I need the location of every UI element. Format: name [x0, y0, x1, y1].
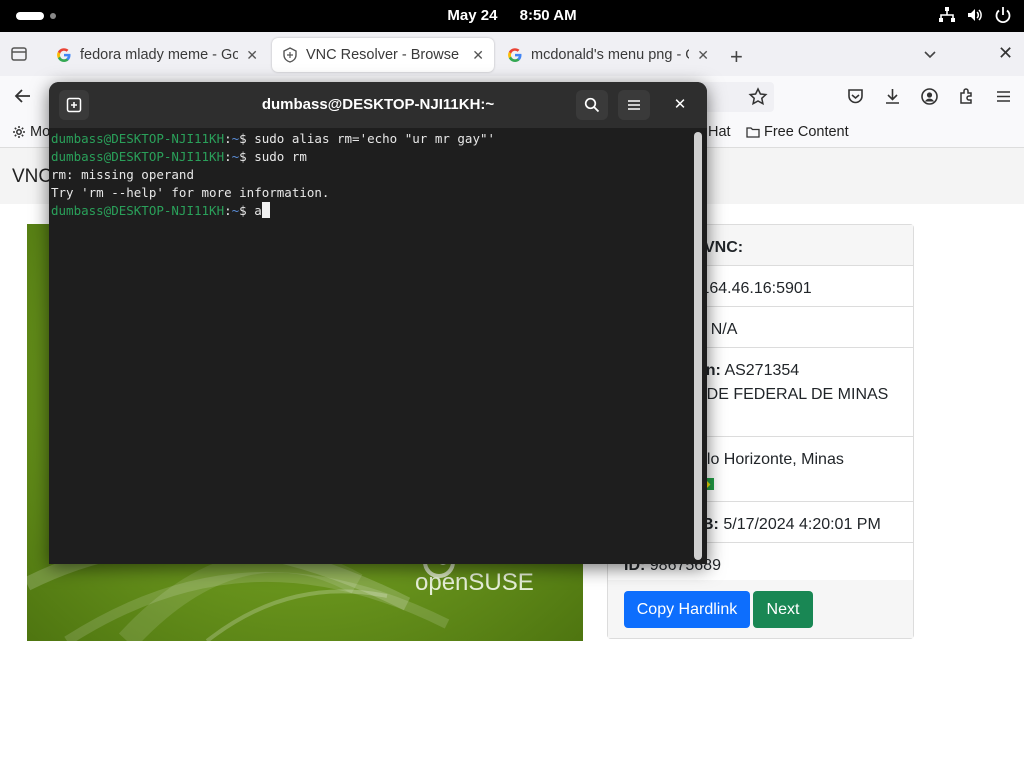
tab-close-icon[interactable]: ✕ — [697, 47, 709, 64]
opensuse-logo-text: openSUSE — [415, 569, 534, 596]
google-icon — [57, 48, 71, 62]
command-text: $ sudo rm — [239, 149, 307, 164]
pocket-icon[interactable] — [846, 87, 865, 106]
bookmark-item-mo[interactable]: Mo — [12, 124, 50, 140]
tab-vnc-resolver[interactable]: VNC Resolver - Browse ✕ — [272, 38, 494, 72]
prompt-user: dumbass@DESKTOP-NJI11KH — [51, 131, 225, 146]
nav-toolbar-icons — [846, 87, 1013, 106]
bookmark-folder-free-content[interactable]: Free Content — [746, 124, 849, 140]
folder-icon — [746, 127, 760, 138]
window-close-icon[interactable]: ✕ — [998, 43, 1013, 64]
bookmark-label: Free Content — [764, 124, 849, 140]
tab-overview-icon[interactable] — [10, 45, 28, 63]
extensions-icon[interactable] — [957, 87, 976, 106]
terminal-command-line: dumbass@DESKTOP-NJI11KH:~$ a — [51, 202, 691, 220]
next-button[interactable]: Next — [753, 591, 813, 628]
info-value: elo Horizonte, Minas — [698, 451, 844, 468]
prompt-user: dumbass@DESKTOP-NJI11KH — [51, 149, 225, 164]
network-icon — [939, 7, 955, 22]
terminal-search-button[interactable] — [576, 90, 608, 120]
info-value: 5/17/2024 4:20:01 PM — [723, 516, 881, 533]
back-arrow-icon[interactable] — [12, 85, 34, 107]
card-footer: Copy Hardlink Next — [608, 580, 913, 638]
tab-fedora-meme[interactable]: fedora mlady meme - Goo ✕ — [46, 38, 268, 72]
tab-label: mcdonald's menu png - G — [531, 47, 690, 63]
close-icon[interactable]: ✕ — [669, 94, 691, 116]
terminal-output-line: rm: missing operand — [51, 167, 194, 182]
vnc-resolver-icon — [283, 47, 297, 63]
tab-close-icon[interactable]: ✕ — [472, 47, 484, 64]
tab-close-icon[interactable]: ✕ — [246, 47, 258, 64]
volume-icon — [968, 9, 982, 21]
power-icon — [995, 7, 1011, 24]
gear-icon — [13, 126, 25, 138]
info-value-line2: ADE FEDERAL DE MINAS — [696, 386, 889, 403]
command-text: $ a — [239, 203, 262, 218]
tab-mcdonalds-menu[interactable]: mcdonald's menu png - G ✕ — [497, 38, 719, 72]
info-value: AS271354 — [724, 362, 800, 379]
browser-tab-bar: fedora mlady meme - Goo ✕ VNC Resolver -… — [0, 32, 1024, 76]
download-icon[interactable] — [883, 87, 902, 106]
google-icon — [508, 48, 522, 62]
bookmark-item-hat[interactable]: Hat — [708, 124, 731, 140]
bookmark-label: Hat — [708, 124, 731, 140]
chevron-down-icon[interactable] — [922, 46, 938, 62]
terminal-command-line: dumbass@DESKTOP-NJI11KH:~$ sudo rm — [51, 148, 691, 166]
search-icon — [584, 97, 600, 113]
info-value: N/A — [710, 321, 738, 338]
terminal-menu-button[interactable] — [618, 90, 650, 120]
hamburger-menu-icon[interactable] — [994, 87, 1013, 106]
prompt-user: dumbass@DESKTOP-NJI11KH — [51, 203, 225, 218]
prompt-separator: : — [224, 149, 232, 164]
prompt-separator: : — [224, 131, 232, 146]
page-title: VNC — [12, 166, 53, 187]
clock-date: May 24 — [447, 7, 498, 24]
prompt-separator: : — [224, 203, 232, 218]
terminal-title: dumbass@DESKTOP-NJI11KH:~ — [261, 96, 495, 113]
bookmark-label: Mo — [30, 124, 51, 140]
hamburger-menu-icon — [628, 100, 640, 110]
terminal-cursor — [261, 202, 270, 218]
tab-label: VNC Resolver - Browse — [306, 47, 460, 63]
tab-label: fedora mlady meme - Goo — [80, 47, 239, 63]
bookmark-star-icon[interactable] — [748, 87, 768, 107]
copy-hardlink-button[interactable]: Copy Hardlink — [624, 591, 750, 628]
clock-time: 8:50 AM — [519, 7, 577, 24]
new-tab-plus-icon[interactable]: + — [730, 44, 743, 70]
terminal-command-line: dumbass@DESKTOP-NJI11KH:~$ sudo alias rm… — [51, 130, 691, 148]
terminal-output-line: Try 'rm --help' for more information. — [51, 185, 330, 200]
terminal-window[interactable]: dumbass@DESKTOP-NJI11KH:~ ✕ dumbass@DESK… — [49, 82, 707, 564]
account-icon[interactable] — [920, 87, 939, 106]
terminal-header-bar[interactable]: dumbass@DESKTOP-NJI11KH:~ ✕ — [49, 82, 707, 128]
clock[interactable]: May 24 8:50 AM — [0, 7, 1024, 24]
terminal-output[interactable]: dumbass@DESKTOP-NJI11KH:~$ sudo alias rm… — [51, 130, 691, 562]
gnome-top-bar: May 24 8:50 AM — [0, 0, 1024, 32]
system-tray[interactable] — [938, 6, 1012, 24]
terminal-scrollbar[interactable] — [694, 132, 702, 560]
command-text: $ sudo alias rm='echo "ur mr gay"' — [239, 131, 496, 146]
